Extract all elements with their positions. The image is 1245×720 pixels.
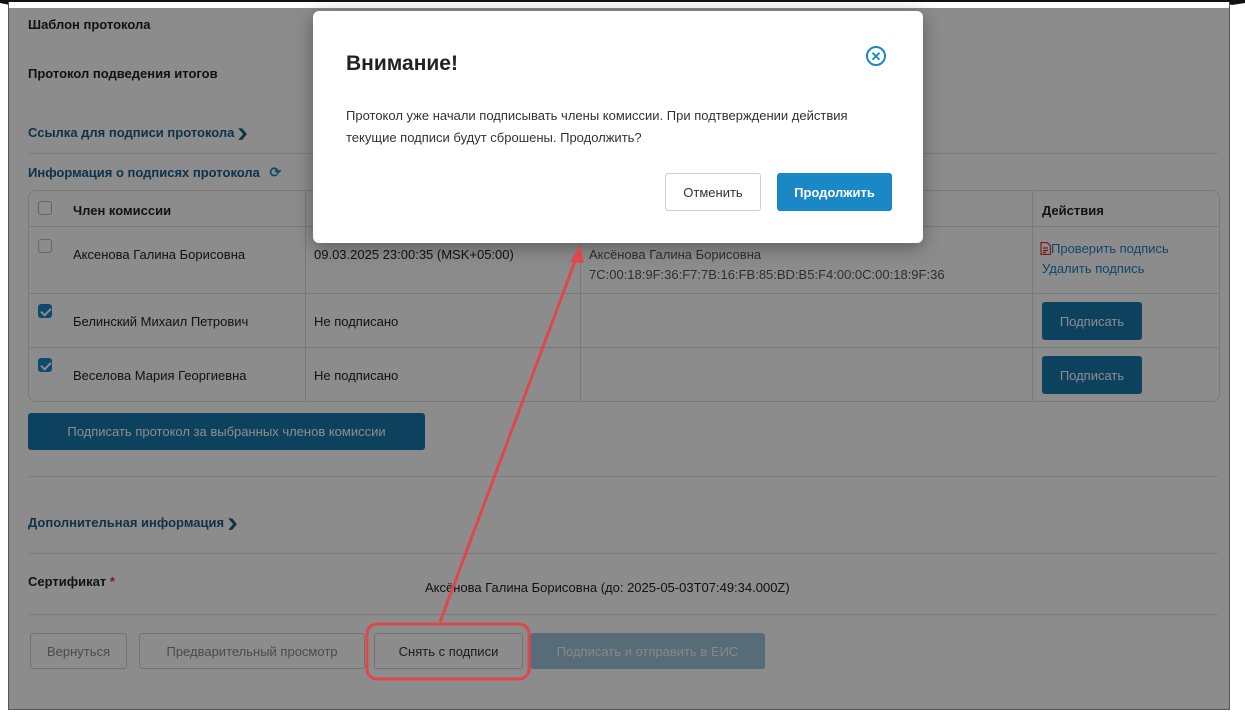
arrow-head-icon	[570, 245, 584, 263]
annotation-overlay	[365, 245, 584, 681]
annotation-arrow	[438, 255, 579, 623]
highlight-ring	[365, 622, 531, 681]
